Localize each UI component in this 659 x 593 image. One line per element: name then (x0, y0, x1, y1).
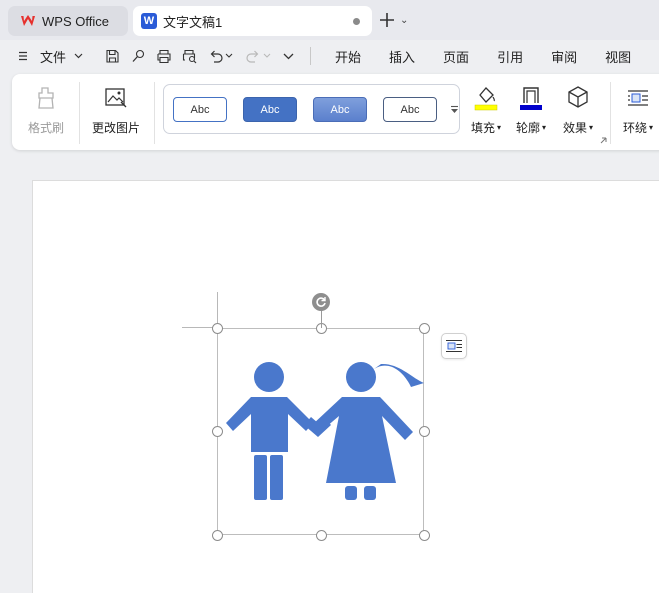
redo-dropdown-icon[interactable] (263, 53, 271, 59)
effects-dropdown-icon[interactable]: ▾ (589, 123, 593, 132)
ribbon-separator (154, 82, 155, 144)
writer-doc-icon: W (141, 13, 157, 29)
undo-icon (210, 50, 223, 63)
quick-access-toolbar (99, 44, 294, 68)
tab-review[interactable]: 审阅 (551, 47, 577, 66)
tab-wps-label: WPS Office (42, 13, 109, 29)
style-preset-1[interactable]: Abc (173, 97, 227, 122)
print-preview-button[interactable] (177, 44, 203, 68)
wrap-text-button[interactable]: 环绕 ▾ (623, 84, 653, 136)
tab-page[interactable]: 页面 (443, 47, 469, 66)
tab-view[interactable]: 视图 (605, 47, 631, 66)
outline-icon (520, 87, 543, 110)
format-painter-icon (38, 87, 54, 109)
rotate-handle[interactable] (312, 293, 330, 311)
new-tab-button[interactable]: ⌄ (380, 10, 408, 30)
ribbon-separator (610, 82, 611, 144)
tab-document[interactable]: W 文字文稿1 (133, 6, 372, 36)
resize-handle-bottom-right[interactable] (419, 530, 430, 541)
printer-icon (157, 49, 171, 63)
change-picture-label: 更改图片 (92, 121, 141, 135)
fill-bucket-icon (474, 87, 498, 111)
text-wrap-icon (628, 90, 649, 106)
picture-style-gallery: Abc Abc Abc Abc (163, 84, 460, 134)
fill-button[interactable]: 填充 ▾ (471, 84, 501, 136)
file-menu-label: 文件 (40, 49, 67, 65)
save-icon (105, 49, 119, 63)
effects-cube-icon (568, 86, 588, 108)
resize-handle-top-right[interactable] (419, 323, 430, 334)
fill-label: 填充 (471, 121, 496, 135)
layout-options-button[interactable] (441, 333, 467, 359)
style-preset-2[interactable]: Abc (243, 97, 297, 122)
change-picture-icon (105, 88, 127, 108)
resize-handle-left[interactable] (212, 426, 223, 437)
tab-references[interactable]: 引用 (497, 47, 523, 66)
wps-logo-icon (21, 15, 35, 26)
dialog-launcher-icon[interactable] (600, 137, 607, 144)
preview-icon (182, 49, 197, 63)
customize-toolbar-chevron-icon[interactable] (283, 53, 294, 60)
format-painter-label: 格式刷 (28, 121, 65, 135)
save-button[interactable] (99, 44, 125, 68)
resize-handle-top-left[interactable] (212, 323, 223, 334)
menu-bar: 文件 开始 插入 页面 引用 审阅 视图 (0, 40, 659, 72)
ribbon-separator (79, 82, 80, 144)
style-preset-4[interactable]: Abc (383, 97, 437, 122)
ribbon-panel: 格式刷 更改图片 Abc Abc Abc Abc 填充 ▾ 轮廓 ▾ 效果 ▾ … (12, 74, 659, 150)
plus-icon (380, 13, 394, 27)
chevron-down-icon[interactable]: ⌄ (400, 15, 408, 26)
hamburger-icon (19, 51, 27, 61)
format-painter-button[interactable]: 格式刷 (28, 84, 64, 136)
outline-label: 轮廓 (516, 121, 541, 135)
outline-dropdown-icon[interactable]: ▾ (542, 123, 546, 132)
fill-dropdown-icon[interactable]: ▾ (497, 123, 501, 132)
resize-handle-right[interactable] (419, 426, 430, 437)
resize-handle-bottom[interactable] (316, 530, 327, 541)
tab-bar: WPS Office W 文字文稿1 ⌄ (0, 0, 659, 40)
effects-button[interactable]: 效果 ▾ (563, 84, 593, 136)
chevron-down-icon (74, 53, 83, 59)
change-picture-button[interactable]: 更改图片 (92, 84, 140, 136)
file-menu[interactable]: 文件 (18, 47, 83, 66)
rotate-connector (321, 310, 322, 328)
style-preset-3[interactable]: Abc (313, 97, 367, 122)
rotate-icon (316, 297, 326, 307)
redo-button[interactable] (239, 44, 265, 68)
wrap-label: 环绕 (623, 121, 648, 135)
redo-icon (245, 50, 258, 63)
outline-button[interactable]: 轮廓 ▾ (516, 84, 546, 136)
effects-label: 效果 (563, 121, 588, 135)
tab-home[interactable]: 开始 (335, 47, 361, 66)
ribbon-tabs: 开始 插入 页面 引用 审阅 视图 (321, 47, 645, 66)
resize-handle-bottom-left[interactable] (212, 530, 223, 541)
undo-dropdown-icon[interactable] (225, 53, 233, 59)
format-brush-button[interactable] (125, 44, 151, 68)
wrap-dropdown-icon[interactable]: ▾ (649, 123, 653, 132)
menu-separator (310, 47, 312, 65)
gallery-more-icon[interactable] (450, 105, 459, 115)
tab-document-label: 文字文稿1 (163, 14, 223, 30)
print-button[interactable] (151, 44, 177, 68)
brush-icon (132, 49, 144, 62)
tab-wps-office[interactable]: WPS Office (8, 6, 128, 36)
unsaved-dot-icon[interactable] (353, 18, 360, 25)
tab-insert[interactable]: 插入 (389, 47, 415, 66)
boy-girl-holding-hands-icon[interactable] (218, 355, 424, 505)
text-wrap-icon (446, 340, 462, 352)
